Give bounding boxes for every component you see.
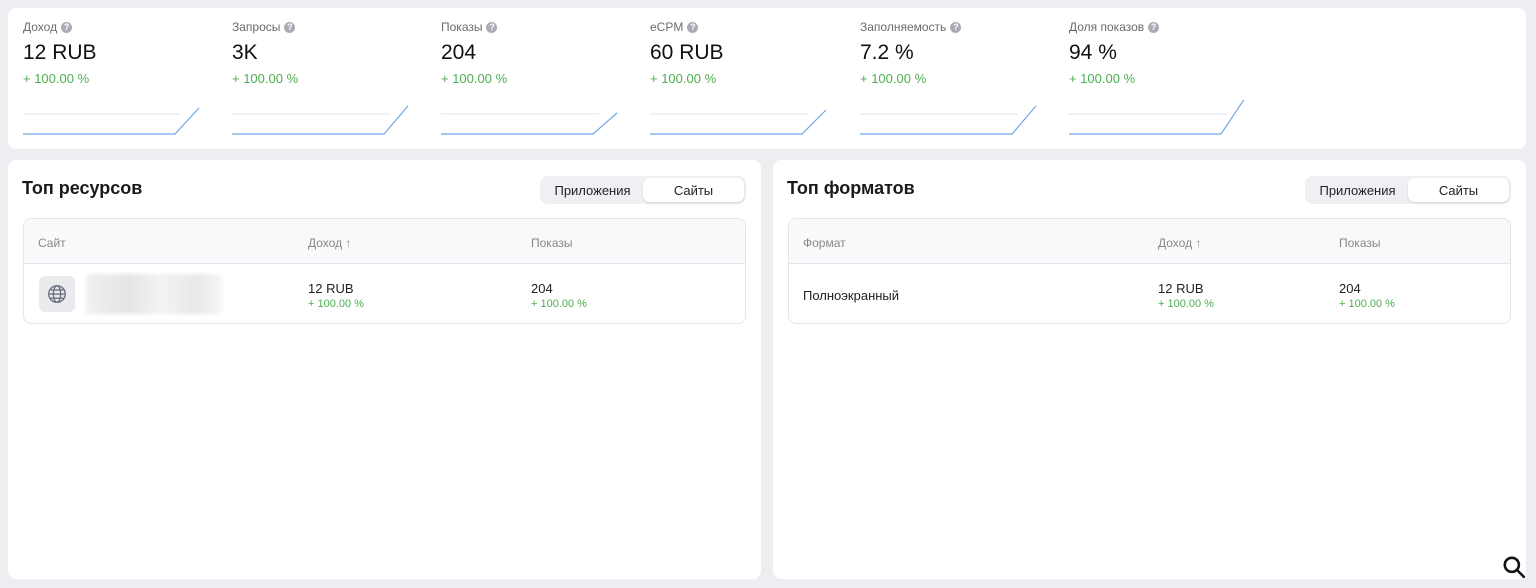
help-circle-icon[interactable]: ? (486, 21, 498, 33)
format-type-toggle: Приложения Сайты (1305, 176, 1511, 204)
stats-summary-card: Доход ? 12 RUB + 100.00 % Запросы ? 3K +… (8, 8, 1526, 149)
top-resources-panel: Топ ресурсов Приложения Сайты Сайт Доход… (8, 160, 761, 579)
resources-table: Сайт Доход ↑ Показы 12 RUB + 100.00 % 20… (23, 218, 746, 324)
sparkline-chart (23, 107, 200, 135)
table-row[interactable]: 12 RUB + 100.00 % 204 + 100.00 % (24, 264, 745, 323)
metric-value: 7.2 % (860, 41, 914, 64)
search-button[interactable] (1498, 551, 1530, 583)
formats-table: Формат Доход ↑ Показы Полноэкранный 12 R… (788, 218, 1511, 324)
metric-label: Показы (441, 20, 483, 34)
help-circle-icon[interactable]: ? (1148, 21, 1160, 33)
cell-revenue: 12 RUB (308, 281, 354, 296)
metric-label: Доход (23, 20, 58, 34)
metric-delta: + 100.00 % (232, 71, 299, 86)
cell-revenue-delta: + 100.00 % (1158, 298, 1214, 310)
tab-apps[interactable]: Приложения (1307, 178, 1408, 202)
top-formats-panel: Топ форматов Приложения Сайты Формат Дох… (773, 160, 1526, 579)
table-header: Формат Доход ↑ Показы (789, 219, 1510, 264)
metric-fill-rate: Заполняемость ? 7.2 % + 100.00 % (860, 8, 1060, 149)
column-header-impressions[interactable]: Показы (531, 236, 572, 250)
cell-impressions: 204 (531, 281, 553, 296)
metric-delta: + 100.00 % (23, 71, 90, 86)
help-circle-icon[interactable]: ? (61, 21, 73, 33)
panel-title: Топ форматов (787, 178, 915, 198)
panel-title: Топ ресурсов (22, 178, 143, 198)
column-header-format[interactable]: Формат (803, 236, 846, 250)
sparkline-chart (860, 105, 1037, 135)
help-circle-icon[interactable]: ? (284, 21, 296, 33)
tab-sites[interactable]: Сайты (643, 178, 744, 202)
tab-sites[interactable]: Сайты (1408, 178, 1509, 202)
metric-value: 94 % (1069, 41, 1117, 64)
metric-delta: + 100.00 % (1069, 71, 1136, 86)
metric-revenue: Доход ? 12 RUB + 100.00 % (23, 8, 223, 149)
metric-impression-share: Доля показов ? 94 % + 100.00 % (1069, 8, 1269, 149)
column-header-site[interactable]: Сайт (38, 236, 66, 250)
site-name-redacted (86, 274, 222, 314)
globe-icon (39, 276, 75, 312)
table-header: Сайт Доход ↑ Показы (24, 219, 745, 264)
sparkline-chart (441, 112, 618, 135)
cell-revenue-delta: + 100.00 % (308, 298, 364, 310)
sparkline-chart (650, 109, 827, 135)
metric-value: 12 RUB (23, 41, 97, 64)
cell-impressions-delta: + 100.00 % (1339, 298, 1395, 310)
metric-delta: + 100.00 % (441, 71, 508, 86)
help-circle-icon[interactable]: ? (950, 21, 962, 33)
sparkline-chart (1069, 100, 1245, 135)
cell-impressions: 204 (1339, 281, 1361, 296)
tab-apps[interactable]: Приложения (542, 178, 643, 202)
column-header-revenue[interactable]: Доход ↑ (1158, 236, 1201, 250)
resource-type-toggle: Приложения Сайты (540, 176, 746, 204)
column-header-revenue[interactable]: Доход ↑ (308, 236, 351, 250)
metric-delta: + 100.00 % (860, 71, 927, 86)
metric-delta: + 100.00 % (650, 71, 717, 86)
metric-label: Запросы (232, 20, 281, 34)
table-row[interactable]: Полноэкранный 12 RUB + 100.00 % 204 + 10… (789, 264, 1510, 323)
metric-value: 204 (441, 41, 477, 64)
search-icon (1503, 556, 1526, 579)
metric-ecpm: eCPM ? 60 RUB + 100.00 % (650, 8, 850, 149)
metric-value: 3K (232, 41, 258, 64)
cell-revenue: 12 RUB (1158, 281, 1204, 296)
metric-label: Заполняемость (860, 20, 947, 34)
metric-value: 60 RUB (650, 41, 724, 64)
help-circle-icon[interactable]: ? (687, 21, 699, 33)
cell-format: Полноэкранный (803, 288, 900, 303)
metric-impressions: Показы ? 204 + 100.00 % (441, 8, 641, 149)
column-header-impressions[interactable]: Показы (1339, 236, 1380, 250)
metric-requests: Запросы ? 3K + 100.00 % (232, 8, 432, 149)
cell-impressions-delta: + 100.00 % (531, 298, 587, 310)
metric-label: Доля показов (1069, 20, 1145, 34)
metric-label: eCPM (650, 20, 684, 34)
sparkline-chart (232, 105, 409, 135)
